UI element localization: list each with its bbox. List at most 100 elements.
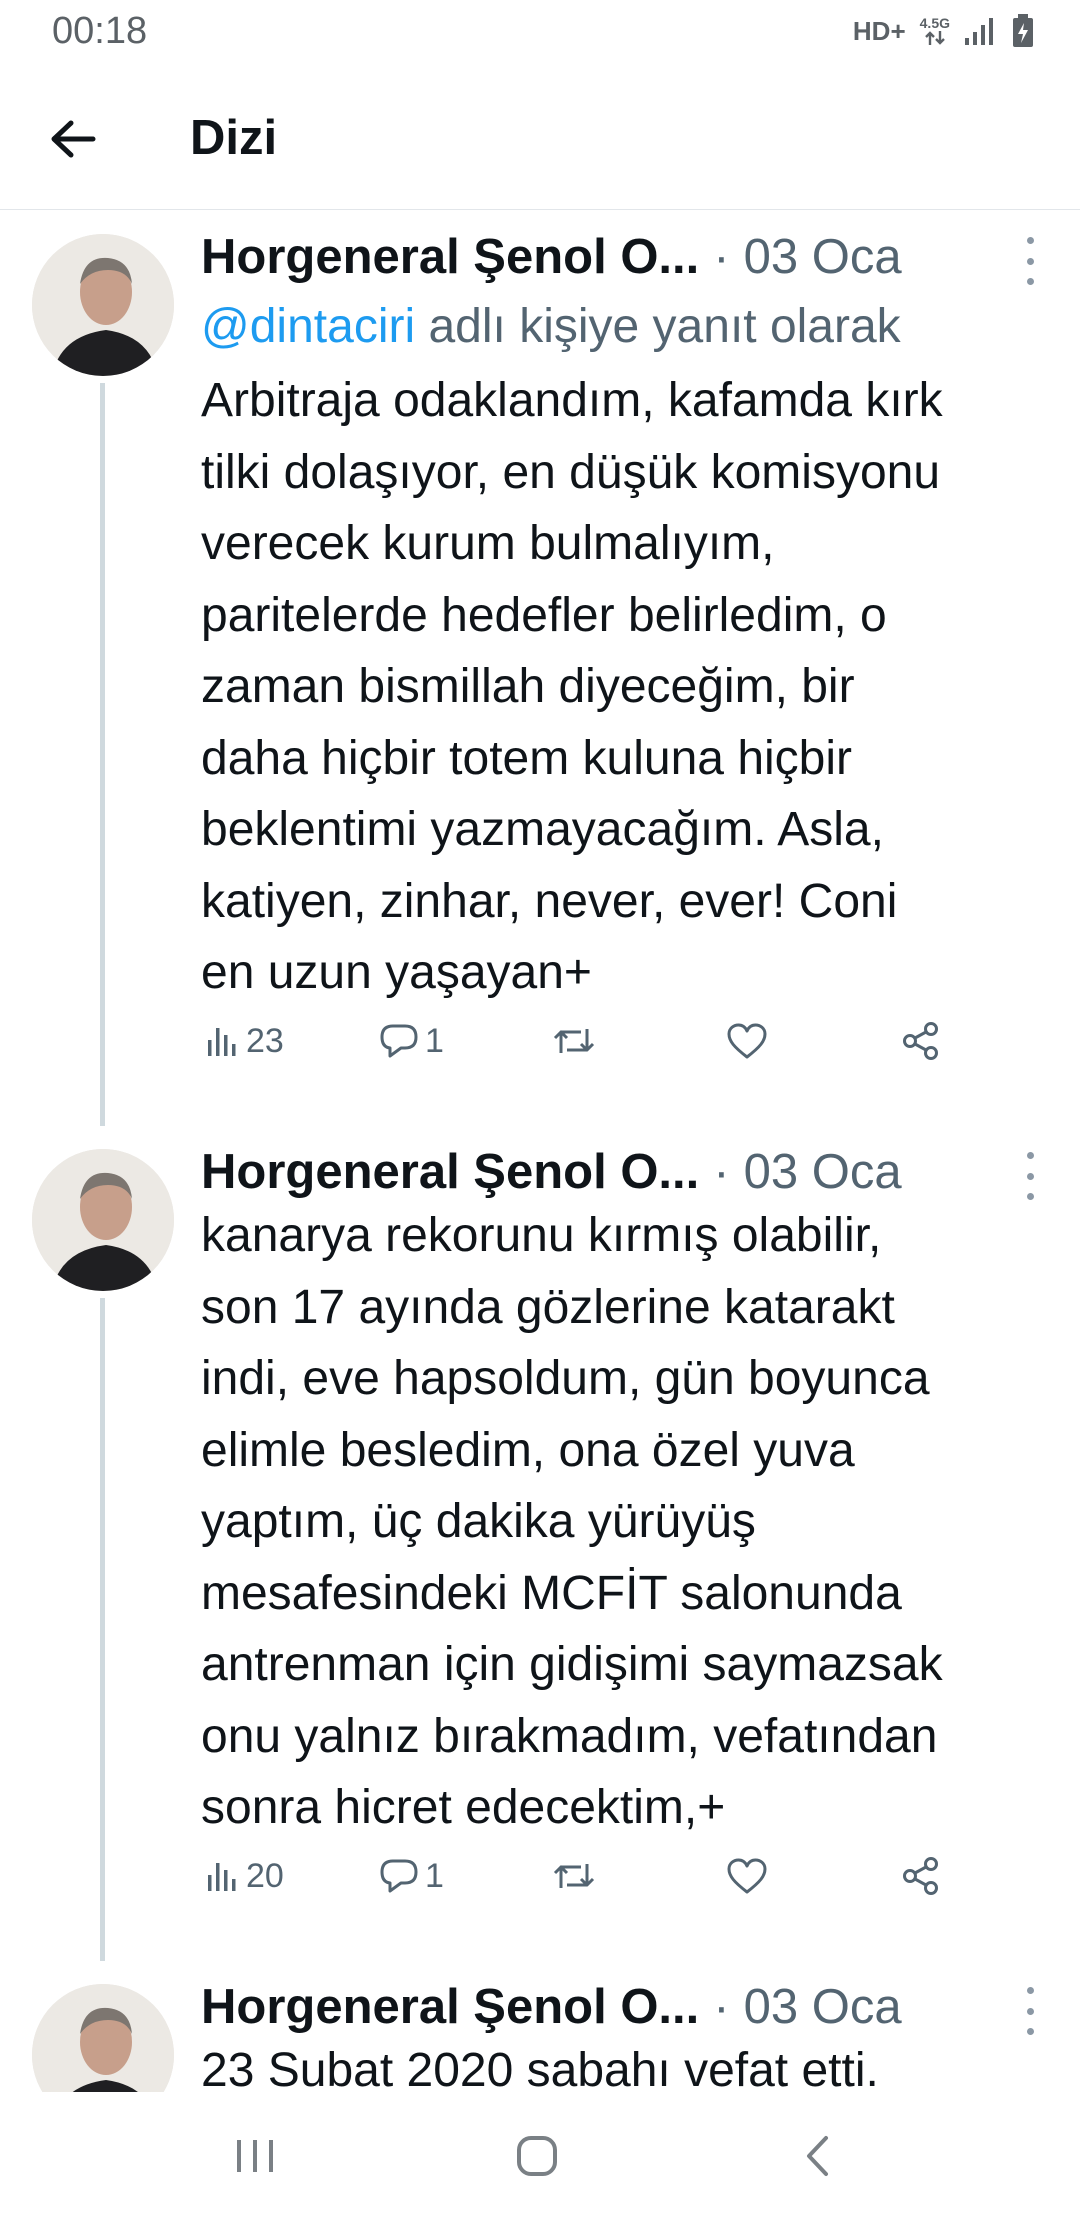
dot <box>1026 2028 1034 2035</box>
thread-line <box>100 383 105 1126</box>
reply-suffix: adlı kişiye yanıt olarak <box>415 300 901 353</box>
separator: · <box>713 1145 730 1199</box>
retweet-icon <box>553 1029 595 1053</box>
text-line: verecek kurum bulmalıyım, <box>201 517 775 570</box>
avatar[interactable] <box>32 1984 174 2092</box>
views-button[interactable]: 20 <box>206 1846 284 1906</box>
text-line: zaman bismillah diyeceğim, bir <box>201 660 855 713</box>
text-line: elimle besledim, ona özel yuva <box>201 1423 855 1477</box>
system-back-button[interactable] <box>782 2124 852 2188</box>
dot <box>1026 257 1034 265</box>
reply-count: 1 <box>425 1856 444 1895</box>
tweet-header: Horgeneral Şenol O... · 03 Oca <box>201 1144 902 1200</box>
text-line: katiyen, zinhar, never, ever! Coni <box>201 874 898 928</box>
views-count: 23 <box>246 1021 284 1060</box>
network-type: 4.5G <box>919 15 950 31</box>
profile-photo <box>32 1149 174 1291</box>
views-count: 20 <box>246 1856 284 1895</box>
text-line: indi, eve hapsoldum, gün boyunca <box>201 1352 930 1405</box>
retweet-icon <box>553 1864 595 1888</box>
like-button[interactable] <box>726 1846 768 1906</box>
retweet-button[interactable] <box>551 1011 597 1071</box>
separator: · <box>713 1980 730 2034</box>
back-icon <box>807 2136 828 2176</box>
text-line: mesafesindeki MCFİT salonunda <box>201 1566 902 1620</box>
reply-context: @dintaciri adlı kişiye yanıt olarak <box>201 299 901 354</box>
tweet[interactable]: Horgeneral Şenol O... · 03 Oca kanarya r… <box>0 1126 1080 1961</box>
heart-icon <box>727 1023 767 1059</box>
tweet-header: Horgeneral Şenol O... · 03 Oca <box>201 1979 902 2035</box>
dot <box>1026 237 1034 244</box>
share-icon <box>903 1022 938 1060</box>
avatar[interactable] <box>32 1149 174 1291</box>
views-icon <box>208 1028 236 1056</box>
signal-icon <box>965 18 993 45</box>
thread-line <box>100 1298 105 1961</box>
tweet[interactable]: Horgeneral Şenol O... · 03 Oca @dintacir… <box>0 211 1080 1126</box>
share-button[interactable] <box>901 1846 941 1906</box>
status-time: 00:18 <box>52 10 148 52</box>
arrow-left-icon <box>51 120 96 158</box>
reply-icon <box>380 1859 418 1893</box>
separator: · <box>713 230 730 284</box>
tweet-text: Arbitraja odaklandım, kafamda kırk tilki… <box>201 365 1051 1009</box>
network-indicator: 4.5G <box>920 16 950 46</box>
author-name[interactable]: Horgeneral Şenol O... <box>201 1144 699 1200</box>
back-button[interactable] <box>40 106 106 172</box>
text-line: sonra hicret edecektim,+ <box>201 1781 726 1834</box>
battery-icon <box>1013 14 1033 47</box>
avatar[interactable] <box>32 234 174 376</box>
text-line: paritelerde hedefler belirledim, o <box>201 588 887 642</box>
profile-photo <box>32 234 174 376</box>
home-button[interactable] <box>502 2124 572 2188</box>
recent-apps-icon <box>237 2140 273 2172</box>
reply-button[interactable]: 1 <box>379 1846 444 1906</box>
status-icons: HD+ 4.5G <box>853 14 1034 48</box>
views-icon <box>208 1863 236 1891</box>
text-line: kanarya rekorunu kırmış olabilir, <box>201 1209 882 1262</box>
text-line: daha hiçbir totem kuluna hiçbir <box>201 731 853 785</box>
more-options-button[interactable] <box>1018 1987 1042 2035</box>
dot <box>1026 278 1034 285</box>
text-line: en uzun yaşayan+ <box>201 946 592 999</box>
share-button[interactable] <box>901 1011 941 1071</box>
tweet[interactable]: Horgeneral Şenol O... · 03 Oca 23 Subat … <box>0 1961 1080 2092</box>
mention-link[interactable]: @dintaciri <box>201 300 415 353</box>
reply-icon <box>380 1024 418 1058</box>
author-name[interactable]: Horgeneral Şenol O... <box>201 1979 699 2035</box>
system-nav-bar <box>0 2092 1080 2220</box>
app-bar: Dizi <box>0 66 1080 210</box>
tweet-text: kanarya rekorunu kırmış olabilir, son 17… <box>201 1200 1051 1844</box>
profile-photo <box>32 1984 174 2092</box>
text-line: beklentimi yazmayacağım. Asla, <box>201 803 884 856</box>
page-title: Dizi <box>190 111 278 165</box>
text-line: Arbitraja odaklandım, kafamda kırk <box>201 374 943 427</box>
tweet-header: Horgeneral Şenol O... · 03 Oca <box>201 229 902 285</box>
retweet-button[interactable] <box>551 1846 597 1906</box>
text-line: yaptım, üç dakika yürüyüş <box>201 1495 756 1548</box>
recent-apps-button[interactable] <box>220 2124 290 2188</box>
dot <box>1026 1152 1034 1159</box>
like-button[interactable] <box>726 1011 768 1071</box>
dot <box>1026 2007 1034 2015</box>
tweet-date[interactable]: 03 Oca <box>744 1979 902 2035</box>
dot <box>1026 1193 1034 1200</box>
share-icon <box>903 1857 938 1895</box>
home-icon <box>517 2136 557 2176</box>
author-name[interactable]: Horgeneral Şenol O... <box>201 229 699 285</box>
status-bar: 00:18 HD+ 4.5G <box>0 0 1080 66</box>
text-line: antrenman için gidişimi saymazsak <box>201 1638 943 1691</box>
views-button[interactable]: 23 <box>206 1011 284 1071</box>
reply-button[interactable]: 1 <box>379 1011 444 1071</box>
thread-feed[interactable]: Horgeneral Şenol O... · 03 Oca @dintacir… <box>0 211 1080 2092</box>
tweet-actions: 23 1 <box>201 1011 961 1071</box>
tweet-date[interactable]: 03 Oca <box>744 229 902 285</box>
text-line: son 17 ayında gözlerine katarakt <box>201 1280 895 1334</box>
tweet-actions: 20 1 <box>201 1846 961 1906</box>
text-line: tilki dolaşıyor, en düşük komisyonu <box>201 445 941 499</box>
hd-indicator: HD+ <box>852 15 906 46</box>
more-options-button[interactable] <box>1018 1152 1042 1200</box>
tweet-date[interactable]: 03 Oca <box>744 1144 902 1200</box>
dot <box>1026 1172 1034 1180</box>
more-options-button[interactable] <box>1018 237 1042 285</box>
